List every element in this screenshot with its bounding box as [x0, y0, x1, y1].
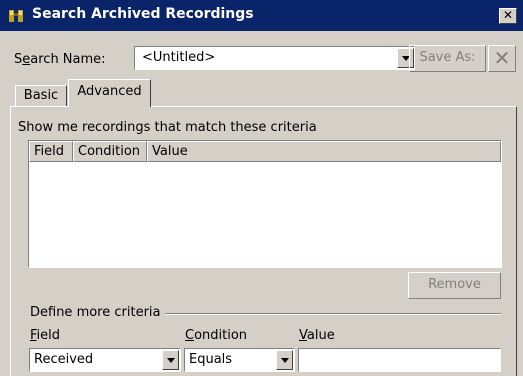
search-name-label: Search Name: — [14, 52, 106, 67]
chevron-down-icon — [281, 358, 289, 363]
condition-label: Condition — [185, 328, 248, 343]
condition-dropdown-value: Equals — [189, 352, 233, 367]
value-input[interactable] — [298, 348, 501, 372]
field-dropdown[interactable]: Received — [29, 348, 181, 372]
binoculars-icon — [9, 10, 23, 22]
condition-dropdown-button[interactable] — [276, 350, 293, 370]
save-as-button[interactable]: Save As: — [409, 45, 486, 72]
field-label: Field — [30, 328, 61, 343]
field-dropdown-value: Received — [34, 352, 94, 367]
column-header-field[interactable]: Field — [29, 141, 73, 162]
group-divider — [165, 313, 501, 315]
field-dropdown-button[interactable] — [162, 350, 179, 370]
delete-search-button[interactable]: ✕ — [488, 45, 516, 72]
column-header-condition[interactable]: Condition — [73, 141, 147, 162]
tab-basic[interactable]: Basic — [15, 85, 67, 106]
tab-advanced[interactable]: Advanced — [68, 79, 151, 107]
value-label: Value — [299, 328, 335, 343]
list-header: Field Condition Value — [29, 141, 501, 162]
condition-dropdown[interactable]: Equals — [184, 348, 295, 372]
column-header-value[interactable]: Value — [147, 141, 501, 162]
window-title: Search Archived Recordings — [32, 6, 254, 22]
criteria-intro-text: Show me recordings that match these crit… — [18, 120, 317, 135]
remove-button[interactable]: Remove — [408, 272, 501, 299]
close-button[interactable]: ✕ — [499, 8, 517, 24]
search-name-value: <Untitled> — [142, 50, 216, 65]
search-name-dropdown[interactable]: <Untitled> — [134, 46, 415, 70]
criteria-list[interactable]: Field Condition Value — [28, 140, 502, 268]
chevron-down-icon — [167, 358, 175, 363]
define-criteria-label: Define more criteria — [30, 305, 161, 320]
